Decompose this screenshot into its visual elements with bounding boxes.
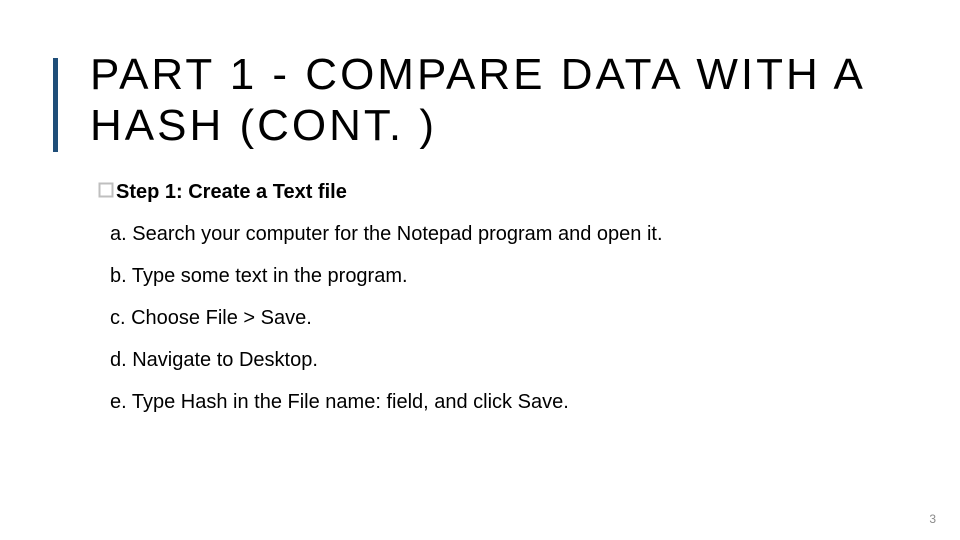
list-item: e. Type Hash in the File name: field, an… [110,390,878,414]
list-item: a. Search your computer for the Notepad … [110,222,878,246]
step-label: Step 1: Create a Text file [116,180,347,204]
page-number: 3 [929,512,936,526]
step-line: Step 1: Create a Text file [98,180,878,204]
list-item: b. Type some text in the program. [110,264,878,288]
page-title: PART 1 - COMPARE DATA WITH A HASH (CONT.… [90,50,960,151]
content-area: Step 1: Create a Text file a. Search you… [98,180,878,432]
hollow-square-icon [98,182,114,198]
list-item: d. Navigate to Desktop. [110,348,878,372]
list-item: c. Choose File > Save. [110,306,878,330]
title-accent-bar [53,58,58,152]
